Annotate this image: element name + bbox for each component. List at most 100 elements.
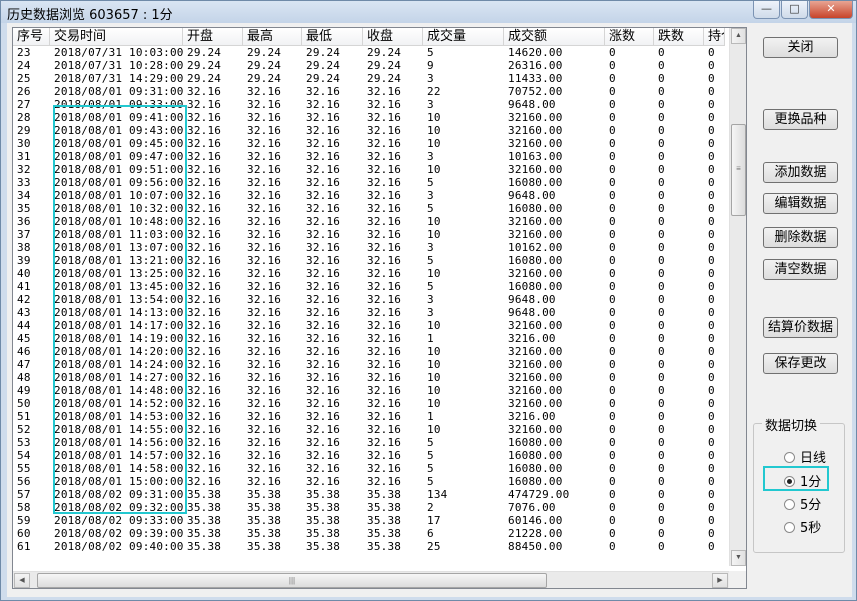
table-cell[interactable]: 35.38 xyxy=(363,514,423,527)
table-cell[interactable]: 60146.00 xyxy=(504,514,605,527)
table-cell[interactable]: 0 xyxy=(704,46,725,59)
scroll-right-button[interactable]: ▶ xyxy=(712,573,728,588)
table-row[interactable]: 23 2018/07/31 10:03:00 29.24 29.24 29.24 29.2… xyxy=(13,46,725,59)
table-cell[interactable]: 3 xyxy=(423,293,504,306)
table-row[interactable]: 42 2018/08/01 13:54:00 32.16 32.16 32.16 32.1… xyxy=(13,293,725,306)
table-cell[interactable]: 134 xyxy=(423,488,504,501)
table-cell[interactable]: 26 xyxy=(13,85,50,98)
radio-5sec[interactable]: 5秒 xyxy=(784,517,821,536)
table-cell[interactable]: 2018/08/01 14:20:00 xyxy=(50,345,183,358)
table-cell[interactable]: 32.16 xyxy=(183,215,243,228)
table-cell[interactable]: 10 xyxy=(423,124,504,137)
table-cell[interactable]: 0 xyxy=(704,332,725,345)
table-row[interactable]: 58 2018/08/02 09:32:00 35.38 35.38 35.38 35.3… xyxy=(13,501,725,514)
table-cell[interactable]: 32.16 xyxy=(363,436,423,449)
table-cell[interactable]: 32160.00 xyxy=(504,423,605,436)
radio-button-icon[interactable] xyxy=(784,522,795,533)
table-cell[interactable]: 35.38 xyxy=(183,540,243,553)
table-cell[interactable]: 10 xyxy=(423,228,504,241)
table-cell[interactable]: 32.16 xyxy=(243,384,302,397)
table-cell[interactable]: 32 xyxy=(13,163,50,176)
table-cell[interactable]: 2018/08/01 14:48:00 xyxy=(50,384,183,397)
table-cell[interactable]: 16080.00 xyxy=(504,449,605,462)
table-cell[interactable]: 58 xyxy=(13,501,50,514)
table-cell[interactable]: 2018/08/02 09:40:00 xyxy=(50,540,183,553)
table-cell[interactable]: 35.38 xyxy=(363,501,423,514)
table-cell[interactable]: 22 xyxy=(423,85,504,98)
table-cell[interactable]: 32.16 xyxy=(183,345,243,358)
table-cell[interactable]: 16080.00 xyxy=(504,202,605,215)
column-header[interactable]: 涨数 xyxy=(605,28,654,46)
table-row[interactable]: 25 2018/07/31 14:29:00 29.24 29.24 29.24 29.2… xyxy=(13,72,725,85)
table-cell[interactable]: 32.16 xyxy=(302,462,363,475)
table-cell[interactable]: 10163.00 xyxy=(504,150,605,163)
table-cell[interactable]: 0 xyxy=(654,462,704,475)
settlement-price-data-button[interactable]: 结算价数据 xyxy=(763,317,838,338)
table-cell[interactable]: 0 xyxy=(704,124,725,137)
vertical-scrollbar[interactable]: ▲ ≡ ▼ xyxy=(729,28,746,566)
table-cell[interactable]: 0 xyxy=(605,475,654,488)
table-cell[interactable]: 16080.00 xyxy=(504,280,605,293)
table-cell[interactable]: 32.16 xyxy=(363,163,423,176)
table-row[interactable]: 34 2018/08/01 10:07:00 32.16 32.16 32.16 32.1… xyxy=(13,189,725,202)
table-cell[interactable]: 32.16 xyxy=(183,384,243,397)
scroll-down-button[interactable]: ▼ xyxy=(731,550,746,566)
table-cell[interactable]: 2018/08/01 10:07:00 xyxy=(50,189,183,202)
table-cell[interactable]: 2018/08/01 10:48:00 xyxy=(50,215,183,228)
table-cell[interactable]: 0 xyxy=(605,319,654,332)
table-cell[interactable]: 32.16 xyxy=(302,98,363,111)
table-row[interactable]: 29 2018/08/01 09:43:00 32.16 32.16 32.16 32.1… xyxy=(13,124,725,137)
table-cell[interactable]: 10 xyxy=(423,371,504,384)
table-cell[interactable]: 32.16 xyxy=(183,137,243,150)
table-cell[interactable]: 32.16 xyxy=(363,241,423,254)
table-cell[interactable]: 2018/08/01 13:07:00 xyxy=(50,241,183,254)
table-cell[interactable]: 0 xyxy=(704,475,725,488)
table-cell[interactable]: 0 xyxy=(704,150,725,163)
table-cell[interactable]: 3 xyxy=(423,98,504,111)
table-cell[interactable]: 32.16 xyxy=(243,475,302,488)
table-cell[interactable]: 29.24 xyxy=(363,46,423,59)
table-cell[interactable]: 0 xyxy=(704,228,725,241)
history-data-grid[interactable]: 序号交易时间开盘最高最低收盘成交量成交额涨数跌数持仓 232018/07/31 … xyxy=(12,27,747,589)
table-cell[interactable]: 35.38 xyxy=(363,488,423,501)
table-cell[interactable]: 35.38 xyxy=(183,501,243,514)
table-cell[interactable]: 32.16 xyxy=(363,410,423,423)
table-cell[interactable]: 0 xyxy=(654,111,704,124)
table-cell[interactable]: 2018/08/01 09:43:00 xyxy=(50,124,183,137)
table-row[interactable]: 56 2018/08/01 15:00:00 32.16 32.16 32.16 32.1… xyxy=(13,475,725,488)
table-cell[interactable]: 0 xyxy=(605,527,654,540)
table-cell[interactable]: 32.16 xyxy=(243,293,302,306)
save-changes-button[interactable]: 保存更改 xyxy=(763,353,838,374)
table-cell[interactable]: 42 xyxy=(13,293,50,306)
table-cell[interactable]: 32.16 xyxy=(183,254,243,267)
table-cell[interactable]: 2018/08/01 15:00:00 xyxy=(50,475,183,488)
table-cell[interactable]: 0 xyxy=(654,98,704,111)
table-cell[interactable]: 25 xyxy=(423,540,504,553)
table-cell[interactable]: 0 xyxy=(654,332,704,345)
table-row[interactable]: 44 2018/08/01 14:17:00 32.16 32.16 32.16 32.1… xyxy=(13,319,725,332)
table-cell[interactable]: 0 xyxy=(704,371,725,384)
table-cell[interactable]: 35 xyxy=(13,202,50,215)
table-cell[interactable]: 32.16 xyxy=(183,462,243,475)
table-cell[interactable]: 32.16 xyxy=(302,124,363,137)
table-cell[interactable]: 0 xyxy=(704,397,725,410)
table-cell[interactable]: 32.16 xyxy=(243,163,302,176)
table-cell[interactable]: 0 xyxy=(654,384,704,397)
grid-body[interactable]: 23 2018/07/31 10:03:00 29.24 29.24 29.24 29.2… xyxy=(13,46,725,566)
table-cell[interactable]: 2018/08/01 09:31:00 xyxy=(50,85,183,98)
radio-1min[interactable]: 1分 xyxy=(784,471,821,490)
table-cell[interactable]: 0 xyxy=(654,176,704,189)
table-cell[interactable]: 32.16 xyxy=(363,332,423,345)
table-cell[interactable]: 32.16 xyxy=(243,228,302,241)
table-cell[interactable]: 32.16 xyxy=(302,280,363,293)
table-cell[interactable]: 32.16 xyxy=(183,241,243,254)
table-cell[interactable]: 5 xyxy=(423,449,504,462)
table-cell[interactable]: 0 xyxy=(704,306,725,319)
table-cell[interactable]: 28 xyxy=(13,111,50,124)
table-cell[interactable]: 32.16 xyxy=(363,267,423,280)
table-cell[interactable]: 0 xyxy=(704,358,725,371)
radio-daily[interactable]: 日线 xyxy=(784,447,826,466)
table-cell[interactable]: 0 xyxy=(654,202,704,215)
table-cell[interactable]: 0 xyxy=(605,176,654,189)
table-cell[interactable]: 0 xyxy=(654,540,704,553)
